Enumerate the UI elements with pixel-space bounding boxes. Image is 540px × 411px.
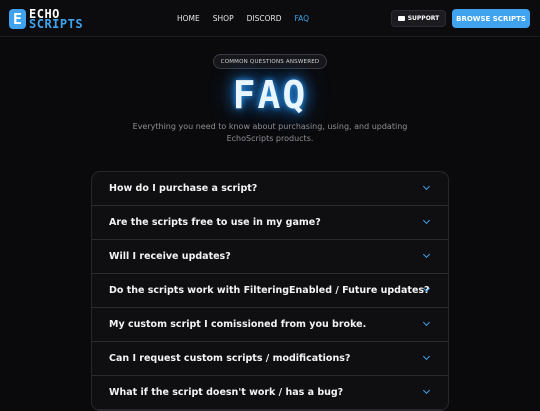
logo-mark: E — [9, 9, 26, 29]
support-button-label: SUPPORT — [407, 15, 440, 22]
nav-link-home[interactable]: HOME — [177, 14, 200, 23]
section-badge: COMMON QUESTIONS ANSWERED — [213, 54, 327, 69]
faq-item[interactable]: My custom script I comissioned from you … — [92, 308, 448, 342]
chevron-down-icon — [422, 182, 431, 191]
chevron-down-icon — [422, 352, 431, 361]
faq-item[interactable]: Do the scripts work with FilteringEnable… — [92, 274, 448, 308]
chevron-down-icon — [422, 216, 431, 225]
browse-scripts-button[interactable]: BROWSE SCRIPTS — [452, 9, 530, 28]
faq-question: Do the scripts work with FilteringEnable… — [109, 285, 430, 296]
chevron-down-icon — [422, 318, 431, 327]
faq-item[interactable]: Will I receive updates? — [92, 240, 448, 274]
faq-item[interactable]: Are the scripts free to use in my game? — [92, 206, 448, 240]
faq-accordion: How do I purchase a script? Are the scri… — [91, 171, 449, 411]
page-title: FAQ — [232, 73, 308, 117]
chevron-down-icon — [422, 386, 431, 395]
echoscripts-logo[interactable]: E ECHO SCRIPTS — [9, 7, 83, 31]
nav-link-discord[interactable]: DISCORD — [247, 14, 282, 23]
chevron-down-icon — [422, 250, 431, 259]
faq-item[interactable]: Can I request custom scripts / modificat… — [92, 342, 448, 376]
nav-link-faq[interactable]: FAQ — [294, 14, 309, 23]
faq-item[interactable]: How do I purchase a script? — [92, 172, 448, 206]
top-navbar: E ECHO SCRIPTS HOME SHOP DISCORD FAQ SUP… — [0, 0, 540, 37]
faq-question: How do I purchase a script? — [109, 183, 258, 194]
nav-link-shop[interactable]: SHOP — [213, 14, 234, 23]
faq-question: Will I receive updates? — [109, 251, 231, 262]
faq-question: What if the script doesn't work / has a … — [109, 387, 344, 398]
logo-line-scripts: SCRIPTS — [29, 17, 84, 31]
faq-question: Can I request custom scripts / modificat… — [109, 353, 351, 364]
support-button[interactable]: SUPPORT — [391, 10, 446, 27]
page-subtitle: Everything you need to know about purcha… — [132, 122, 408, 143]
logo-wordmark: ECHO SCRIPTS — [29, 8, 84, 31]
main-menu: HOME SHOP DISCORD FAQ — [177, 0, 322, 37]
ticket-icon — [397, 16, 405, 21]
faq-question: My custom script I comissioned from you … — [109, 319, 367, 330]
faq-question: Are the scripts free to use in my game? — [109, 217, 321, 228]
